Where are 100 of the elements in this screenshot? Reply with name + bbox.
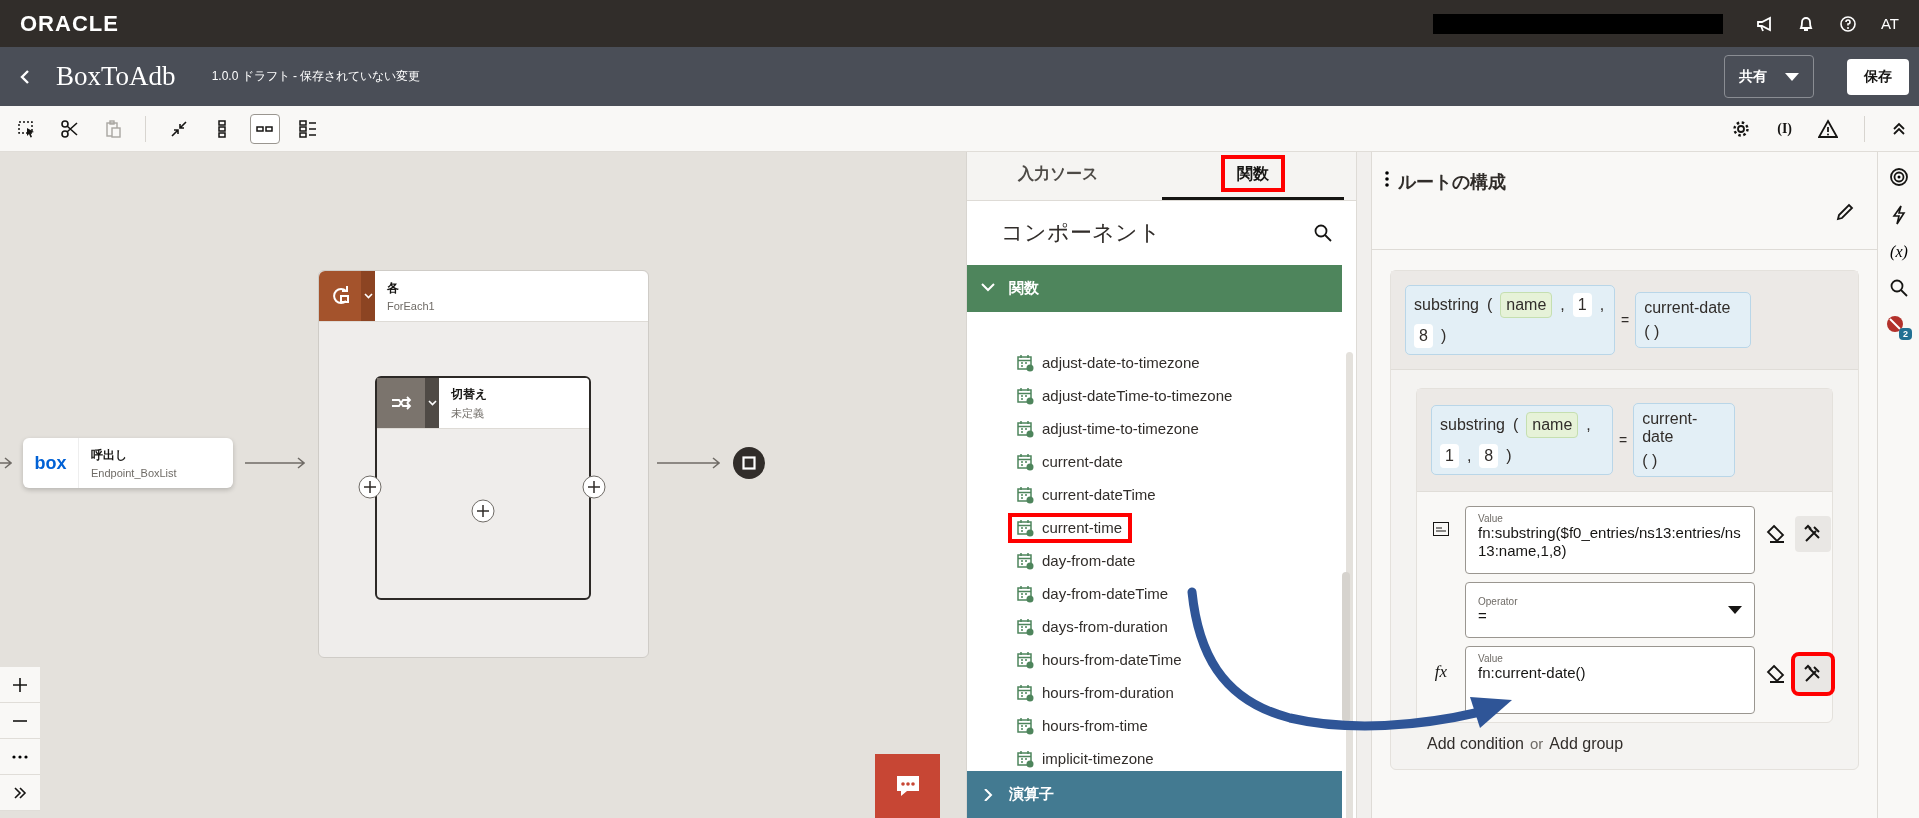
- function-item[interactable]: hours-from-dateTime: [967, 643, 1342, 676]
- value-field[interactable]: Value fn:current-date(): [1465, 646, 1755, 714]
- calendar-icon: [1016, 386, 1034, 405]
- calendar-icon: [1016, 749, 1034, 768]
- panel-title: ルートの構成: [1398, 171, 1506, 194]
- function-item[interactable]: adjust-time-to-timezone: [967, 412, 1342, 445]
- function-item[interactable]: current-time: [967, 511, 1342, 544]
- chevron-icon: [981, 788, 995, 801]
- panel-tab[interactable]: 入力ソース: [967, 152, 1150, 200]
- function-item[interactable]: adjust-date-to-timezone: [967, 346, 1342, 379]
- function-item[interactable]: current-dateTime: [967, 478, 1342, 511]
- function-item[interactable]: day-from-date: [967, 544, 1342, 577]
- search-icon: [1314, 224, 1332, 242]
- function-item[interactable]: day-from-dateTime: [967, 577, 1342, 610]
- switch-container[interactable]: 切替え 未定義: [375, 376, 591, 600]
- horizontal-layout-icon[interactable]: [250, 113, 280, 144]
- invoke-node[interactable]: box 呼出し Endpoint_BoxList: [23, 438, 233, 488]
- category-header[interactable]: 演算子: [967, 771, 1342, 818]
- calendar-icon: [1016, 551, 1034, 570]
- calendar-icon: [1016, 716, 1034, 735]
- help-icon: [1838, 14, 1857, 33]
- share-button[interactable]: 共有: [1724, 55, 1814, 98]
- calendar-icon: [1016, 617, 1034, 636]
- logo: ORACLE: [20, 10, 119, 37]
- function-item[interactable]: adjust-dateTime-to-timezone: [967, 379, 1342, 412]
- category-header[interactable]: 関数: [967, 265, 1342, 312]
- box-logo: box: [23, 438, 79, 488]
- value-field[interactable]: Value fn:substring($f0_entries/ns13:entries/ns13:name,1,8): [1465, 506, 1755, 574]
- expression-chip[interactable]: substring ( name , 1 , 8 ): [1405, 285, 1615, 355]
- operator-text: =: [1621, 312, 1630, 328]
- function-item[interactable]: days-from-duration: [967, 610, 1342, 643]
- pencil-icon: [1835, 202, 1855, 222]
- calendar-icon: [1016, 518, 1034, 537]
- user-initials[interactable]: AT: [1880, 15, 1899, 32]
- eraser-button[interactable]: [1765, 523, 1787, 545]
- double-chevron-icon: [12, 784, 28, 801]
- or-text: or: [1529, 735, 1544, 752]
- calendar-icon: [1016, 650, 1034, 669]
- calendar-icon: [1016, 452, 1034, 471]
- collapse-up-icon: [1891, 120, 1907, 137]
- panel-tab[interactable]: 関数: [1161, 152, 1344, 200]
- operator-text: =: [1619, 432, 1628, 448]
- add-group-link[interactable]: Add group: [1549, 735, 1624, 753]
- node-name: Endpoint_BoxList: [91, 467, 177, 479]
- tools-button[interactable]: [1795, 516, 1831, 552]
- scrollbar-thumb[interactable]: [1342, 572, 1350, 722]
- function-item[interactable]: implicit-timezone: [967, 742, 1342, 771]
- node-name: 未定義: [451, 405, 485, 421]
- calendar-icon: [1016, 683, 1034, 702]
- target-icon[interactable]: [1889, 167, 1909, 187]
- variables-button[interactable]: (I): [1777, 120, 1792, 137]
- warning-icon: [1818, 118, 1838, 139]
- connector-arrow: [245, 457, 305, 469]
- end-node[interactable]: [733, 447, 765, 479]
- node-label: 各: [387, 280, 400, 297]
- function-item[interactable]: hours-from-duration: [967, 676, 1342, 709]
- eraser-button[interactable]: [1765, 663, 1787, 685]
- error-icon: [1886, 315, 1904, 333]
- connector-arrow: [0, 457, 12, 469]
- calendar-icon: [1016, 584, 1034, 603]
- back-icon: [18, 67, 32, 86]
- minus-icon: [12, 718, 28, 723]
- chat-button[interactable]: [875, 754, 940, 818]
- plus-icon: [12, 676, 28, 693]
- calendar-icon: [1016, 419, 1034, 438]
- search-icon[interactable]: [1890, 279, 1908, 297]
- caret-icon: [427, 400, 437, 406]
- function-item[interactable]: hours-from-time: [967, 709, 1342, 742]
- text-type-icon: [1433, 522, 1449, 536]
- integration-title: BoxToAdb: [56, 61, 176, 92]
- add-icon[interactable]: [582, 475, 606, 499]
- expression-icon: fx: [1434, 662, 1448, 682]
- expression-chip[interactable]: substring ( name , 1 , 8 ): [1431, 405, 1613, 475]
- panel-heading: コンポーネント: [1001, 219, 1162, 247]
- kebab-icon: [1384, 170, 1390, 188]
- variables-button[interactable]: (x): [1890, 243, 1908, 261]
- node-name: ForEach1: [387, 300, 435, 312]
- save-button[interactable]: 保存: [1847, 58, 1909, 95]
- function-item[interactable]: current-date: [967, 445, 1342, 478]
- expression-chip[interactable]: current-date ( ): [1635, 292, 1752, 348]
- add-condition-link[interactable]: Add condition: [1427, 735, 1524, 753]
- operator-select[interactable]: Operator =: [1465, 582, 1755, 638]
- lightning-icon[interactable]: [1891, 205, 1907, 225]
- megaphone-icon: [1754, 14, 1773, 33]
- settings-icon: [1731, 118, 1752, 139]
- error-count-badge: 2: [1899, 328, 1912, 340]
- error-button[interactable]: 2: [1886, 315, 1912, 340]
- caret-icon: [1785, 72, 1799, 81]
- version-status: 1.0.0 ドラフト - 保存されていない変更: [211, 68, 421, 85]
- add-icon[interactable]: [471, 499, 495, 523]
- caret-icon: [363, 293, 373, 299]
- chat-icon: [894, 774, 921, 798]
- expression-chip[interactable]: current-date ( ): [1633, 403, 1736, 477]
- eraser-icon: [1765, 523, 1787, 545]
- calendar-icon: [1016, 485, 1034, 504]
- more-icon: [12, 754, 28, 759]
- eraser-icon: [1765, 663, 1787, 685]
- node-label: 切替え: [451, 385, 487, 403]
- caret-icon: [1728, 606, 1742, 614]
- add-icon[interactable]: [358, 475, 382, 499]
